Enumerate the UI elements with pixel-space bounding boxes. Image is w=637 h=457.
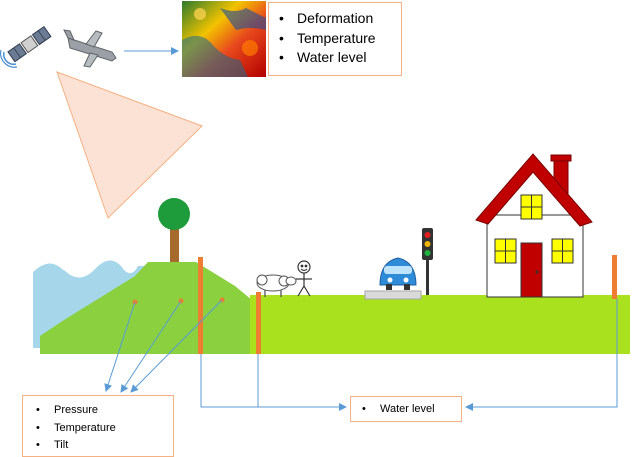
ground [250, 295, 630, 354]
remote-sensing-list: Deformation Temperature Water level [279, 9, 401, 68]
aircraft-icon [63, 29, 117, 68]
sensor-pole-dam-toe [256, 292, 261, 354]
satellite-icon [0, 25, 52, 68]
stick-figure-person [296, 260, 312, 297]
water-level-list: Water level [362, 401, 461, 418]
list-item: Temperature [36, 420, 173, 438]
list-item: Pressure [36, 402, 173, 420]
sensing-beam [56, 71, 203, 219]
remote-sensing-box: Deformation Temperature Water level [268, 2, 402, 76]
ground-sensor-box: Pressure Temperature Tilt [22, 395, 174, 457]
traffic-light-icon [422, 228, 433, 295]
car-icon [379, 257, 417, 290]
list-item: Tilt [36, 437, 173, 455]
sensor-pole-dam-crest [198, 257, 203, 354]
water-level-box: Water level [350, 396, 462, 422]
road-platform [364, 290, 422, 300]
connector-pole-crest [200, 354, 347, 411]
sheep-icon [256, 274, 297, 297]
list-item: Deformation [279, 9, 401, 29]
house-icon [475, 153, 593, 298]
list-item: Water level [362, 401, 461, 418]
list-item: Water level [279, 48, 401, 68]
monitoring-diagram: Deformation Temperature Water level Pres… [0, 0, 637, 457]
ground-sensor-list: Pressure Temperature Tilt [36, 402, 173, 455]
list-item: Temperature [279, 29, 401, 49]
tree-icon [158, 198, 190, 262]
sensor-pole-house [612, 255, 617, 299]
satellite-image-map [182, 1, 266, 77]
